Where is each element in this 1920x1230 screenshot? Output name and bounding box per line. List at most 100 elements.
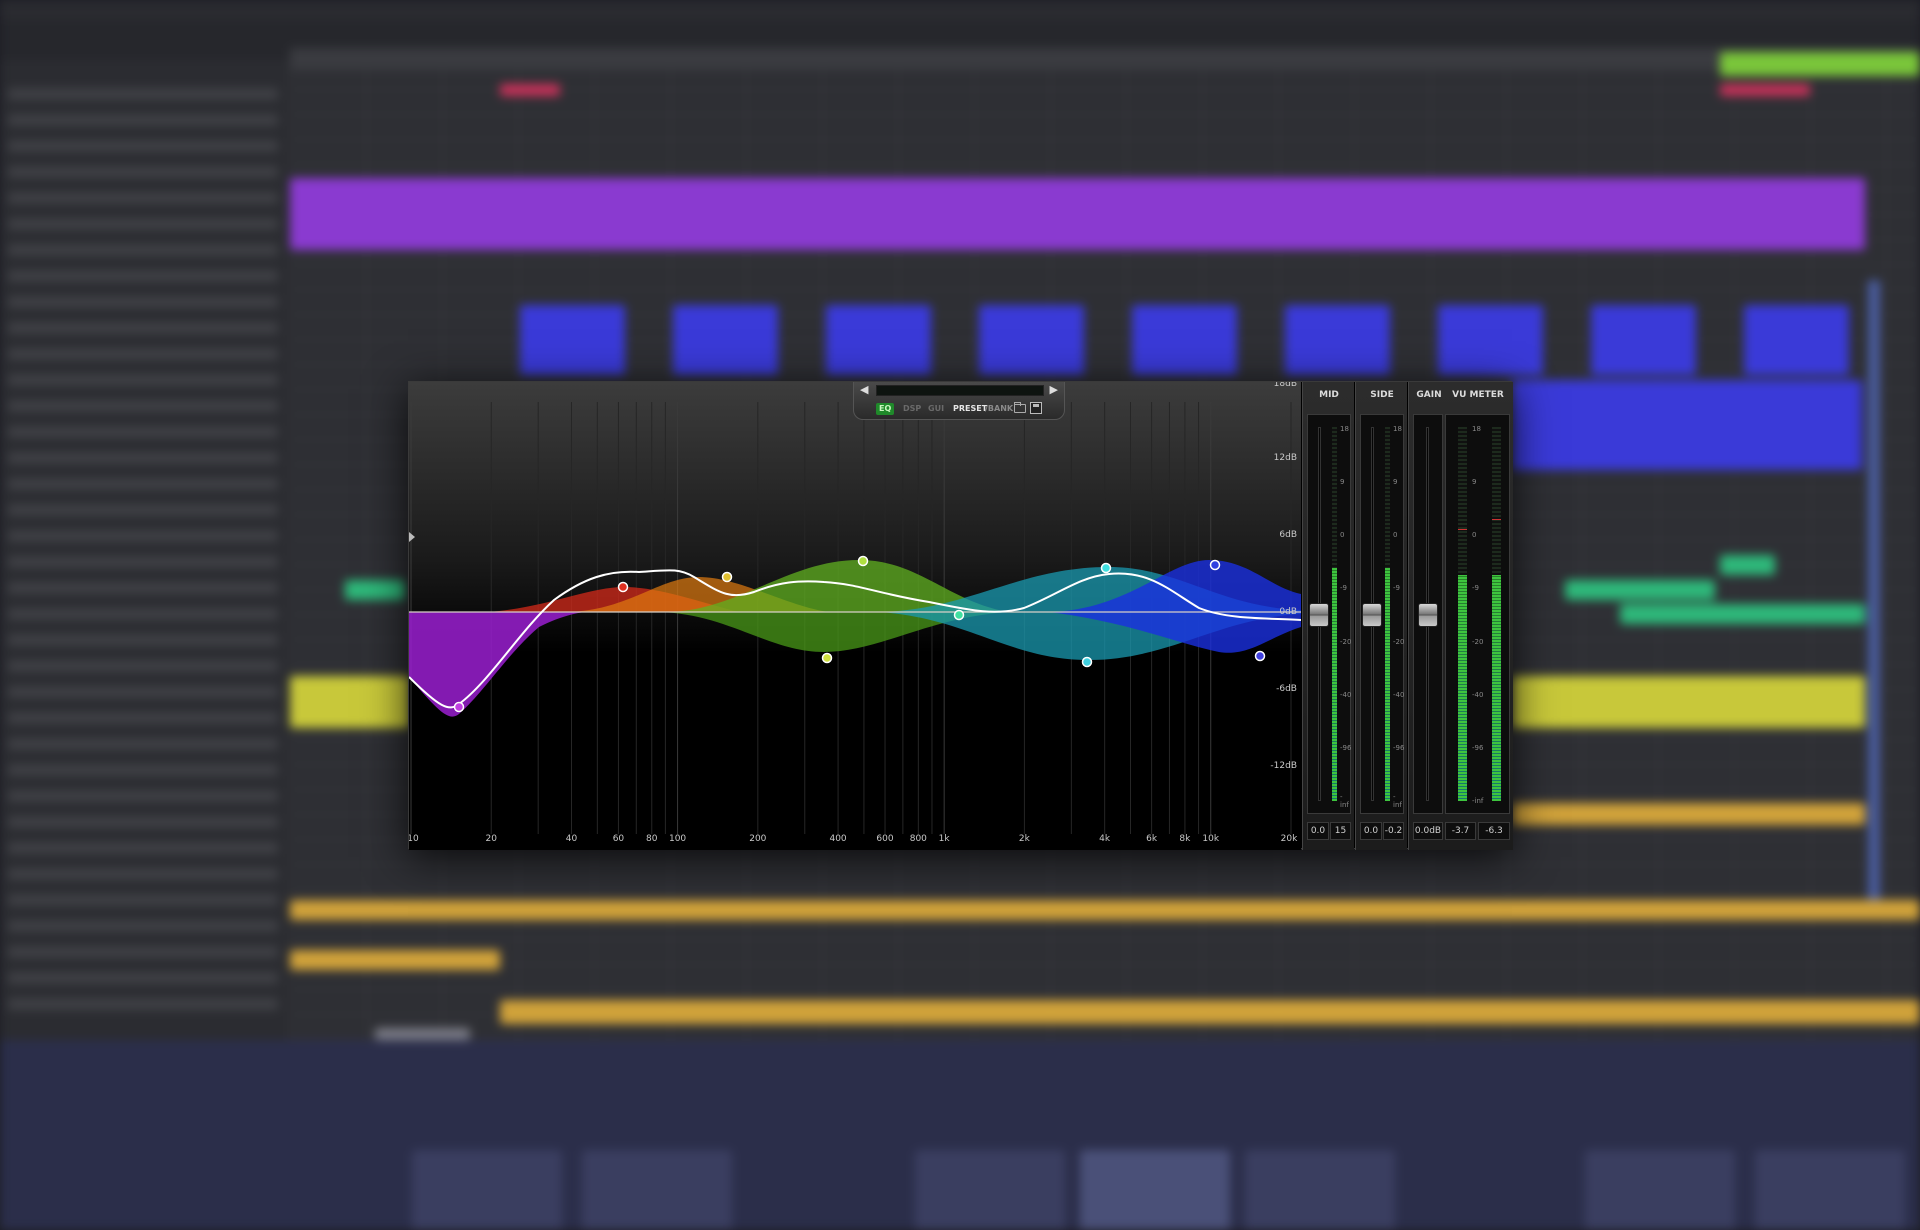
meter-scale-tick: -96	[1472, 743, 1484, 752]
next-preset-button[interactable]: ▶	[1050, 383, 1058, 396]
mid-fader-knob[interactable]	[1309, 603, 1329, 627]
track-header	[8, 660, 278, 672]
track-header	[8, 270, 278, 282]
track-header	[8, 608, 278, 620]
meter-scale-tick: -20	[1340, 637, 1352, 646]
frequency-label: 2k	[1018, 834, 1030, 844]
vertical-scrollbar	[1868, 280, 1880, 900]
vu-right-peak	[1492, 519, 1501, 520]
clip	[979, 305, 1084, 375]
frequency-label: 80	[646, 834, 658, 844]
clip	[290, 900, 1920, 920]
track-header	[8, 140, 278, 152]
meter-scale-tick: 0	[1393, 531, 1398, 540]
daw-ruler	[290, 48, 1920, 70]
track-header	[8, 478, 278, 490]
vu-value-right[interactable]: -6.3	[1478, 822, 1510, 840]
band-node-blue-lower[interactable]	[1254, 650, 1266, 662]
clip	[1512, 676, 1865, 728]
preset-name-display[interactable]	[876, 385, 1044, 396]
band-node-cyan-upper[interactable]	[1100, 562, 1112, 574]
band-node-red[interactable]	[617, 581, 629, 593]
clip	[1720, 84, 1810, 96]
eq-plugin-window[interactable]: 10 20 40 60 80 100 200 400 600 800 1k 2k 4k 6k 8k 10k 20…	[408, 381, 1513, 850]
track-header	[8, 400, 278, 412]
mixer-strip	[915, 1150, 1065, 1230]
meter-scale-tick: -40	[1340, 690, 1352, 699]
folder-icon[interactable]	[1014, 402, 1026, 413]
frequency-label: 200	[749, 834, 767, 844]
mixer-strip	[1080, 1150, 1230, 1230]
tab-eq[interactable]: EQ	[876, 403, 895, 415]
side-meter-well: 18 9 0 -9 -20 -40 -96 -inf	[1360, 414, 1404, 814]
gain-value[interactable]: 0.0dB	[1413, 822, 1443, 840]
band-node-cyan-lower[interactable]	[1081, 656, 1093, 668]
clip	[1565, 580, 1715, 600]
mid-value-right[interactable]: 15	[1330, 822, 1351, 840]
gain-label: 18dB	[1273, 382, 1297, 389]
save-icon[interactable]	[1030, 402, 1042, 414]
meter-scale-tick: -inf	[1340, 793, 1349, 809]
vu-meter-well: 18 9 0 -9 -20 -40 -96 -inf	[1445, 414, 1510, 814]
mixer-strip	[412, 1150, 562, 1230]
track-header	[8, 764, 278, 776]
expand-handle-icon[interactable]	[409, 532, 415, 542]
previous-preset-button[interactable]: ◀	[860, 383, 868, 396]
band-node-green-upper[interactable]	[857, 555, 869, 567]
preset-bar: ◀ ▶ EQ DSP GUI PRESET /BANK	[853, 382, 1065, 420]
meter-scale-tick: -20	[1472, 637, 1484, 646]
daw-menubar	[0, 0, 1920, 20]
gain-label: -12dB	[1270, 761, 1297, 771]
gain-meter-well	[1413, 414, 1443, 814]
clip	[826, 305, 931, 375]
track-header	[8, 504, 278, 516]
track-header	[8, 348, 278, 360]
meter-scale-tick: -96	[1340, 743, 1352, 752]
mid-value-left[interactable]: 0.0	[1307, 822, 1329, 840]
mixer-strip	[1245, 1150, 1395, 1230]
meter-scale-tick: -9	[1340, 584, 1347, 593]
daw-track-list	[0, 60, 290, 1040]
clip	[1438, 305, 1543, 375]
tab-dsp[interactable]: DSP	[900, 403, 924, 415]
clip	[290, 950, 500, 970]
clip	[1744, 305, 1849, 375]
clip	[1285, 305, 1390, 375]
meter-scale-tick: -9	[1472, 584, 1479, 593]
side-value-left[interactable]: 0.0	[1360, 822, 1382, 840]
side-fader-knob[interactable]	[1362, 603, 1382, 627]
vu-value-left[interactable]: -3.7	[1445, 822, 1476, 840]
band-node-green-lower[interactable]	[821, 652, 833, 664]
band-node-yellow[interactable]	[721, 571, 733, 583]
mid-meter-well: 18 9 0 -9 -20 -40 -96 -inf	[1307, 414, 1351, 814]
band-node-blue-upper[interactable]	[1209, 559, 1221, 571]
mid-level-bar	[1332, 567, 1337, 801]
clip	[1620, 604, 1865, 624]
side-value-right[interactable]: -0.2	[1383, 822, 1404, 840]
tab-bank[interactable]: /BANK	[982, 403, 1016, 415]
eq-graph[interactable]: 10 20 40 60 80 100 200 400 600 800 1k 2k 4k 6k 8k 10k 20…	[409, 382, 1301, 850]
clip	[290, 178, 1865, 250]
meter-scale-tick: 18	[1393, 425, 1402, 433]
side-meter-panel: SIDE 18 9 0 -9 -20 -40 -96 -inf 0.0 -0.2	[1355, 382, 1407, 850]
meter-scale-tick: -20	[1393, 637, 1405, 646]
frequency-label: 100	[668, 834, 687, 844]
frequency-label: 6k	[1146, 834, 1158, 844]
track-header	[8, 218, 278, 230]
track-header	[8, 296, 278, 308]
gain-fader-knob[interactable]	[1418, 603, 1438, 627]
band-node-mint[interactable]	[953, 609, 965, 621]
gain-vu-panel: GAIN VU METER 18 9 0 -9 -20 -40 -96 -inf 0.0dB …	[1408, 382, 1513, 850]
vu-meter-title: VU METER	[1452, 390, 1504, 400]
track-header	[8, 582, 278, 594]
frequency-label: 800	[909, 834, 927, 844]
band-node-purple[interactable]	[453, 701, 465, 713]
tab-gui[interactable]: GUI	[925, 403, 947, 415]
track-header	[8, 166, 278, 178]
frequency-label: 600	[876, 834, 894, 844]
meter-scale-tick: -96	[1393, 743, 1405, 752]
meter-scale-tick: 9	[1340, 478, 1345, 487]
frequency-label: 40	[565, 834, 578, 844]
clip	[500, 84, 560, 96]
eq-curve-display[interactable]	[409, 382, 1301, 850]
